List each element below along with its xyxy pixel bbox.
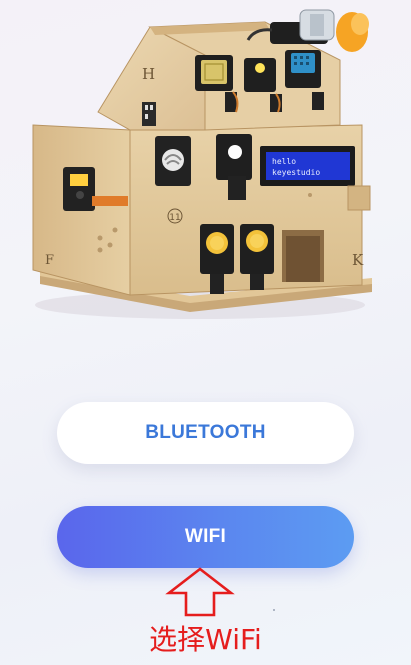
house-letter-f: F	[45, 253, 54, 268]
sensor-panel	[155, 136, 191, 186]
smart-home-kit-image: H F 11 hello keyestudio K	[0, 0, 411, 330]
annotation-up-arrow-icon	[165, 567, 235, 617]
wifi-button[interactable]: WIFI	[57, 506, 354, 568]
decorative-dot	[273, 609, 275, 611]
house-letter-h: H	[142, 65, 155, 83]
lcd-line-2: keyestudio	[272, 168, 320, 177]
house-number-badge: 11	[169, 213, 180, 223]
bluetooth-button[interactable]: BLUETOOTH	[57, 402, 354, 464]
lcd-line-1: hello	[272, 157, 296, 166]
wooden-house-illustration: H F 11 hello keyestudio K	[32, 9, 372, 319]
lcd-display: hello keyestudio	[260, 146, 355, 186]
annotation-label: 选择WiFi	[149, 623, 262, 656]
house-letter-k: K	[352, 251, 364, 269]
